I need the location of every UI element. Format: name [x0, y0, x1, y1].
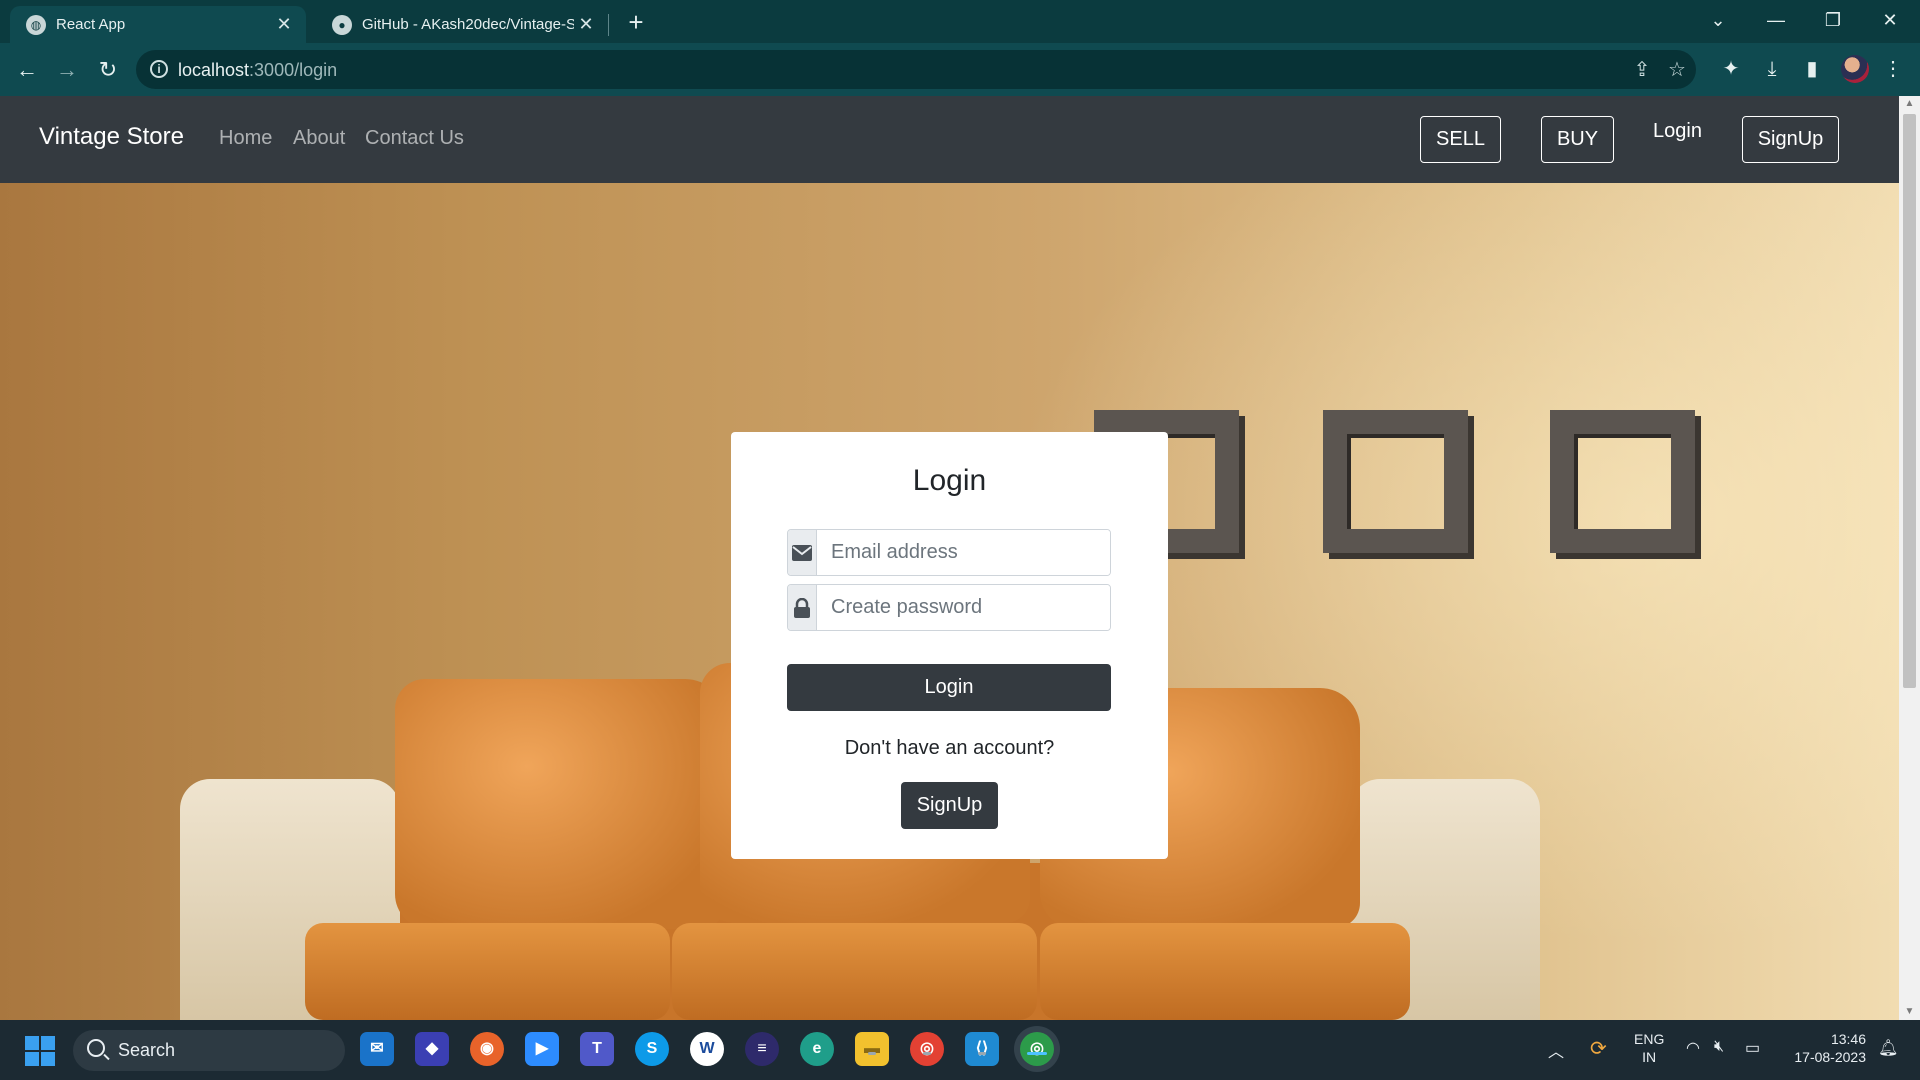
wifi-icon[interactable]: ◠	[1686, 1038, 1700, 1058]
wall-shelf	[1550, 410, 1695, 553]
tab-separator	[608, 14, 609, 36]
zoom-app-icon[interactable]: ▶	[525, 1032, 559, 1066]
file-explorer-icon[interactable]: ▬	[855, 1032, 889, 1066]
bookmark-star-icon[interactable]: ☆	[1666, 59, 1688, 81]
nav-link-home[interactable]: Home	[219, 127, 272, 150]
no-account-text: Don't have an account?	[844, 737, 1055, 759]
battery-icon[interactable]: ▭	[1745, 1038, 1760, 1058]
sofa-seat-cushion	[305, 923, 670, 1020]
email-input-group	[787, 529, 1111, 576]
scroll-up-arrow-icon[interactable]: ▲	[1899, 96, 1920, 112]
clock-date: 17-08-2023	[1794, 1049, 1866, 1065]
buy-button[interactable]: BUY	[1541, 116, 1614, 163]
wall-shelf	[1323, 410, 1468, 553]
speaker-muted-icon[interactable]: 🔇︎	[1714, 1038, 1724, 1056]
reload-button[interactable]: ↻	[92, 54, 124, 86]
site-info-icon[interactable]: i	[150, 60, 168, 78]
running-indicator	[923, 1052, 931, 1055]
chrome-app-icon[interactable]: ◎	[910, 1032, 944, 1066]
menu-kebab-icon[interactable]: ⋮	[1879, 55, 1907, 83]
eclipse-app-icon[interactable]: ≡	[745, 1032, 779, 1066]
vscode-app-icon[interactable]: ⟨⟩	[965, 1032, 999, 1066]
site-navbar: Vintage Store Home About Contact Us SELL…	[0, 96, 1899, 183]
search-icon	[87, 1039, 105, 1057]
email-field[interactable]	[817, 530, 1110, 575]
firefox-app-icon[interactable]: ◉	[470, 1032, 504, 1066]
close-tab-icon[interactable]: ✕	[574, 14, 598, 35]
close-window-button[interactable]: ✕	[1862, 0, 1918, 40]
password-field[interactable]	[817, 585, 1110, 630]
clock-time: 13:46	[1830, 1031, 1866, 1047]
tab-react-app[interactable]: ◍ React App ✕	[10, 6, 306, 43]
forward-button[interactable]: →	[51, 54, 83, 86]
sell-button[interactable]: SELL	[1420, 116, 1501, 163]
language-indicator[interactable]: ENG IN	[1634, 1030, 1664, 1066]
sofa-pillow	[395, 679, 725, 929]
copilot-app-icon[interactable]: ◆	[415, 1032, 449, 1066]
side-panel-icon[interactable]: ▮	[1798, 55, 1826, 83]
tab-github[interactable]: ● GitHub - AKash20dec/Vintage-St ✕	[316, 6, 608, 43]
nav-link-about[interactable]: About	[293, 127, 345, 150]
password-input-group	[787, 584, 1111, 631]
region-code: IN	[1642, 1049, 1657, 1065]
nav-signup-button[interactable]: SignUp	[1742, 116, 1839, 163]
page-viewport: Vintage Store Home About Contact Us SELL…	[0, 96, 1899, 1020]
teams-app-icon[interactable]: T	[580, 1032, 614, 1066]
mail-app-icon[interactable]: ✉	[360, 1032, 394, 1066]
lock-icon	[788, 585, 817, 630]
sofa-seat-cushion	[1040, 923, 1410, 1020]
tab-search-chevron-icon[interactable]: ⌄	[1690, 0, 1746, 40]
taskbar-search-label: Search	[118, 1040, 176, 1060]
running-indicator	[868, 1052, 876, 1055]
clock[interactable]: 13:46 17-08-2023	[1784, 1030, 1866, 1066]
scroll-down-arrow-icon[interactable]: ▼	[1899, 1004, 1920, 1020]
edge-app-icon[interactable]: e	[800, 1032, 834, 1066]
nav-login-link[interactable]: Login	[1653, 120, 1702, 143]
tab-title: React App	[56, 16, 126, 33]
active-app-indicator	[1027, 1052, 1047, 1055]
page-scrollbar[interactable]: ▲ ▼	[1899, 96, 1920, 1020]
login-card: Login Login Don't have an account? SignU…	[731, 432, 1168, 859]
profile-avatar[interactable]	[1841, 55, 1869, 83]
extensions-puzzle-icon[interactable]: ✦	[1717, 55, 1745, 83]
globe-icon: ◍	[26, 14, 46, 35]
download-icon[interactable]: ⤓	[1758, 55, 1786, 83]
sync-icon[interactable]: ⟳	[1590, 1036, 1607, 1061]
login-title: Login	[912, 464, 987, 497]
scrollbar-thumb[interactable]	[1903, 114, 1916, 688]
close-tab-icon[interactable]: ✕	[272, 14, 296, 35]
share-icon[interactable]: ⇪	[1631, 59, 1653, 81]
windows-taskbar: Search ✉ ◆ ◉ ▶ T S W ≡ e ▬ ◎ ⟨⟩ ◎ ︿ ⟳ EN…	[0, 1020, 1920, 1080]
minimize-button[interactable]: —	[1748, 0, 1804, 40]
new-tab-button[interactable]: +	[622, 8, 650, 36]
tray-overflow-chevron-icon[interactable]: ︿	[1548, 1038, 1564, 1062]
github-icon: ●	[332, 14, 352, 35]
brand-logo[interactable]: Vintage Store	[39, 123, 184, 151]
windows-start-icon[interactable]	[25, 1036, 55, 1066]
tab-title: GitHub - AKash20dec/Vintage-St	[362, 16, 574, 33]
notification-bell-icon[interactable]: 🔔︎	[1878, 1038, 1898, 1058]
restore-button[interactable]: ❐	[1805, 0, 1861, 40]
taskbar-search-box[interactable]: Search	[73, 1030, 345, 1071]
url-text[interactable]: localhost:3000/login	[178, 60, 337, 81]
address-bar[interactable]: i localhost:3000/login ⇪ ☆	[136, 50, 1696, 89]
browser-toolbar: ← → ↻ i localhost:3000/login ⇪ ☆ ✦ ⤓ ▮ ⋮	[0, 43, 1920, 96]
browser-titlebar: ◍ React App ✕ ● GitHub - AKash20dec/Vint…	[0, 0, 1920, 43]
skype-app-icon[interactable]: S	[635, 1032, 669, 1066]
login-submit-button[interactable]: Login	[787, 664, 1111, 711]
word-app-icon[interactable]: W	[690, 1032, 724, 1066]
signup-button[interactable]: SignUp	[901, 782, 998, 829]
language-code: ENG	[1634, 1031, 1665, 1047]
sofa-seat-cushion	[672, 923, 1037, 1020]
back-button[interactable]: ←	[11, 54, 43, 86]
envelope-icon	[788, 530, 817, 575]
nav-link-contact-us[interactable]: Contact Us	[365, 127, 464, 150]
running-indicator	[978, 1052, 986, 1055]
chrome-profile-app-icon[interactable]: ◎	[1020, 1032, 1054, 1066]
